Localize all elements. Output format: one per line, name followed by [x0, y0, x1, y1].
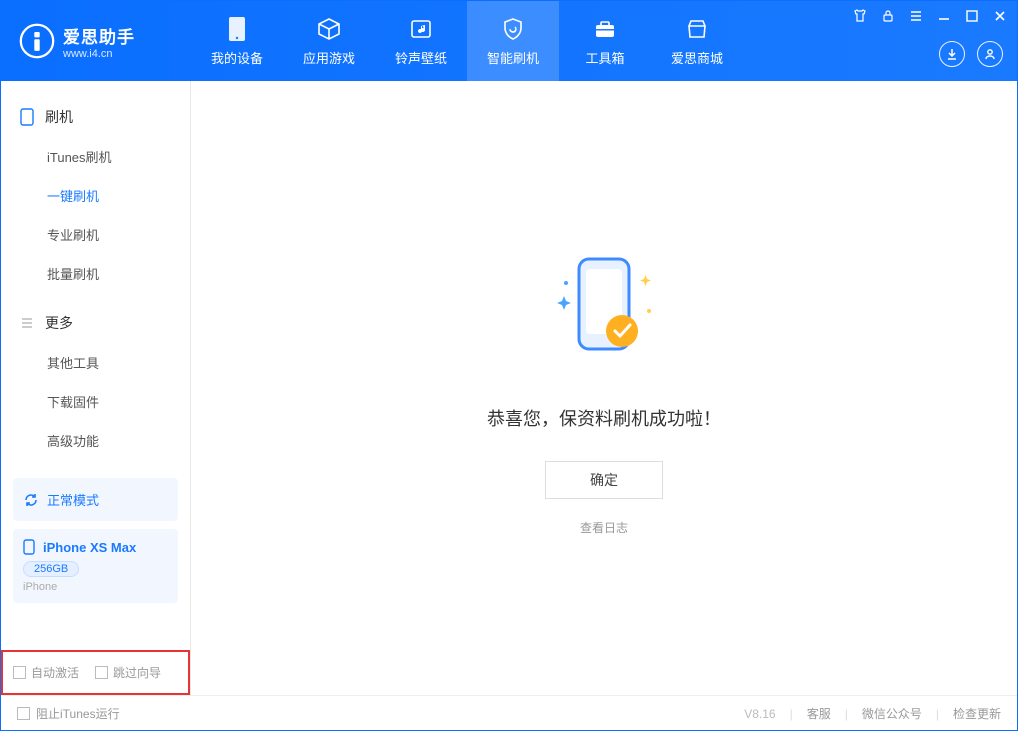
- close-icon[interactable]: [991, 7, 1009, 25]
- main-tabs: 我的设备 应用游戏 铃声壁纸 智能刷机 工具箱 爱思商城: [191, 1, 743, 81]
- sidebar-item-advanced[interactable]: 高级功能: [1, 421, 190, 460]
- shop-icon: [684, 16, 710, 42]
- tab-smart-flash[interactable]: 智能刷机: [467, 1, 559, 81]
- checkbox-skip-guide[interactable]: 跳过向导: [95, 664, 161, 681]
- list-icon: [19, 315, 35, 331]
- link-wechat[interactable]: 微信公众号: [862, 705, 922, 722]
- mode-card[interactable]: 正常模式: [13, 478, 178, 521]
- section-more: 更多: [1, 303, 190, 343]
- tab-label: 应用游戏: [303, 48, 355, 67]
- checkbox-icon: [95, 666, 108, 679]
- success-illustration: [534, 241, 674, 381]
- tab-label: 爱思商城: [671, 48, 723, 67]
- tab-ringtones-wallpapers[interactable]: 铃声壁纸: [375, 1, 467, 81]
- app-logo-icon: [19, 23, 55, 59]
- maximize-icon[interactable]: [963, 7, 981, 25]
- checkbox-label: 自动激活: [31, 664, 79, 681]
- device-card[interactable]: iPhone XS Max 256GB iPhone: [13, 529, 178, 603]
- user-icon[interactable]: [977, 41, 1003, 67]
- link-support[interactable]: 客服: [807, 705, 831, 722]
- window-controls: [851, 7, 1009, 25]
- separator: |: [936, 707, 939, 721]
- app-url: www.i4.cn: [63, 48, 135, 60]
- lock-icon[interactable]: [879, 7, 897, 25]
- sidebar: 刷机 iTunes刷机 一键刷机 专业刷机 批量刷机 更多 其他工具 下载固件 …: [1, 81, 191, 695]
- mode-label: 正常模式: [47, 490, 99, 509]
- logo-area: 爱思助手 www.i4.cn: [1, 23, 191, 60]
- sidebar-item-pro-flash[interactable]: 专业刷机: [1, 215, 190, 254]
- tab-label: 智能刷机: [487, 48, 539, 67]
- checkbox-icon: [13, 666, 26, 679]
- storage-badge: 256GB: [23, 561, 79, 577]
- sidebar-item-other-tools[interactable]: 其他工具: [1, 343, 190, 382]
- section-flash: 刷机: [1, 97, 190, 137]
- device-type-label: iPhone: [23, 581, 168, 593]
- shield-refresh-icon: [500, 16, 526, 42]
- tab-my-device[interactable]: 我的设备: [191, 1, 283, 81]
- phone-icon: [224, 16, 250, 42]
- sidebar-item-oneclick-flash[interactable]: 一键刷机: [1, 176, 190, 215]
- section-title-label: 更多: [45, 313, 73, 333]
- tab-label: 工具箱: [585, 48, 624, 67]
- status-bar: 阻止iTunes运行 V8.16 | 客服 | 微信公众号 | 检查更新: [1, 695, 1017, 731]
- checkbox-auto-activate[interactable]: 自动激活: [13, 664, 79, 681]
- download-icon[interactable]: [939, 41, 965, 67]
- success-message: 恭喜您，保资料刷机成功啦！: [487, 405, 721, 431]
- tab-label: 我的设备: [211, 48, 263, 67]
- toolbox-icon: [592, 16, 618, 42]
- link-check-update[interactable]: 检查更新: [953, 705, 1001, 722]
- checkbox-label: 跳过向导: [113, 664, 161, 681]
- checkbox-block-itunes[interactable]: 阻止iTunes运行: [17, 705, 120, 722]
- main-content: 恭喜您，保资料刷机成功啦！ 确定 查看日志: [191, 81, 1017, 695]
- sidebar-item-download-firmware[interactable]: 下载固件: [1, 382, 190, 421]
- titlebar: 爱思助手 www.i4.cn 我的设备 应用游戏 铃声壁纸 智能刷机 工具箱 爱…: [1, 1, 1017, 81]
- highlighted-options: 自动激活 跳过向导: [1, 650, 190, 695]
- checkbox-icon: [17, 707, 30, 720]
- tab-apps-games[interactable]: 应用游戏: [283, 1, 375, 81]
- music-folder-icon: [408, 16, 434, 42]
- tab-label: 铃声壁纸: [395, 48, 447, 67]
- separator: |: [845, 707, 848, 721]
- checkbox-label: 阻止iTunes运行: [36, 705, 120, 722]
- tab-store[interactable]: 爱思商城: [651, 1, 743, 81]
- minimize-icon[interactable]: [935, 7, 953, 25]
- tshirt-icon[interactable]: [851, 7, 869, 25]
- device-name-label: iPhone XS Max: [43, 540, 136, 555]
- device-block: 正常模式 iPhone XS Max 256GB iPhone: [13, 478, 178, 603]
- refresh-icon: [23, 492, 39, 508]
- separator: |: [790, 707, 793, 721]
- tab-toolbox[interactable]: 工具箱: [559, 1, 651, 81]
- cube-icon: [316, 16, 342, 42]
- app-body: 刷机 iTunes刷机 一键刷机 专业刷机 批量刷机 更多 其他工具 下载固件 …: [1, 81, 1017, 695]
- version-label: V8.16: [744, 707, 775, 721]
- ok-button[interactable]: 确定: [545, 461, 663, 499]
- section-title-label: 刷机: [45, 107, 73, 127]
- user-controls: [939, 41, 1003, 67]
- sidebar-item-batch-flash[interactable]: 批量刷机: [1, 254, 190, 293]
- device-phone-icon: [23, 539, 35, 555]
- phone-outline-icon: [19, 109, 35, 125]
- menu-icon[interactable]: [907, 7, 925, 25]
- sidebar-item-itunes-flash[interactable]: iTunes刷机: [1, 137, 190, 176]
- view-log-link[interactable]: 查看日志: [580, 519, 628, 536]
- app-name: 爱思助手: [63, 23, 135, 48]
